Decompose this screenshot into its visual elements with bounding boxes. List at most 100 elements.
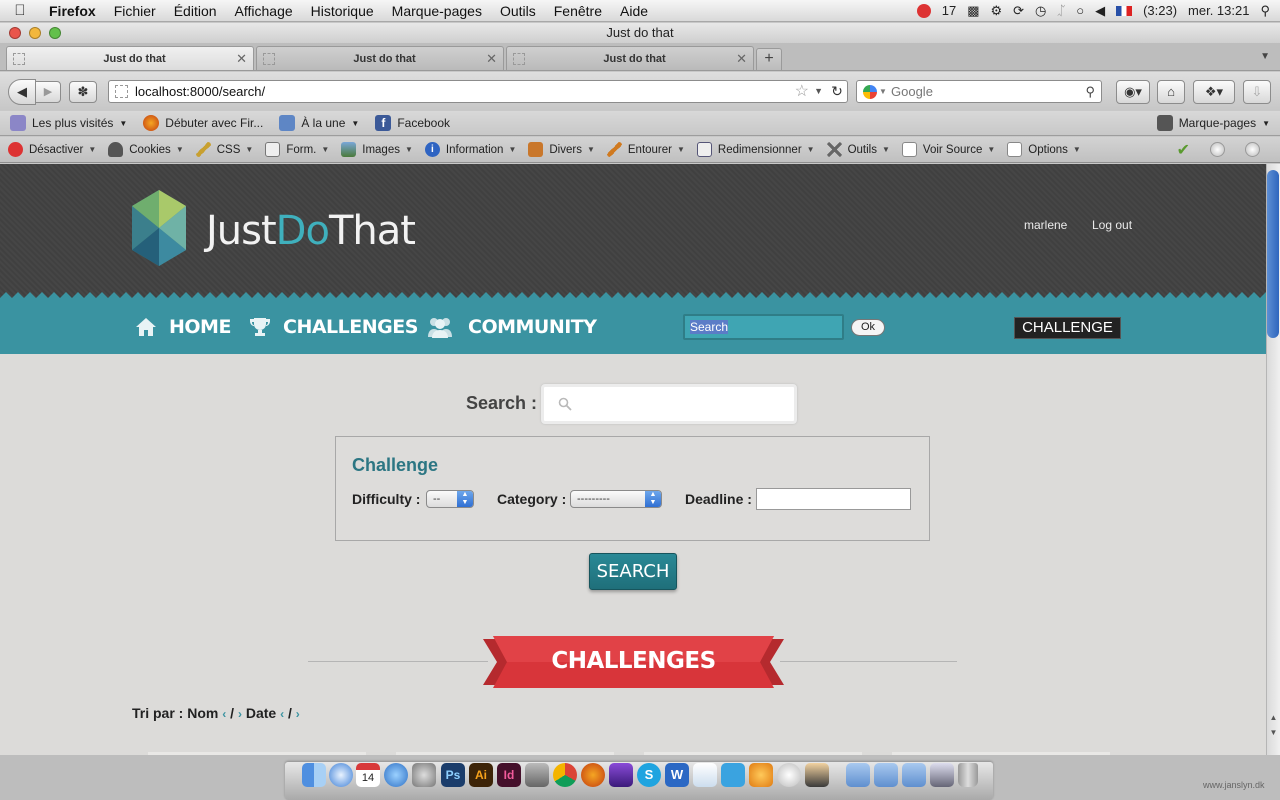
- menu-affichage[interactable]: Affichage: [226, 3, 302, 19]
- menu-marque-pages[interactable]: Marque-pages: [383, 3, 491, 19]
- menu-historique[interactable]: Historique: [302, 3, 383, 19]
- clock-app-icon[interactable]: [777, 763, 801, 787]
- gear-icon[interactable]: ⚙: [990, 3, 1002, 19]
- scroll-up-arrow-icon[interactable]: ▲: [1268, 713, 1279, 722]
- window-icon[interactable]: ▩: [967, 3, 979, 19]
- chrome-icon[interactable]: [553, 763, 577, 787]
- category-select[interactable]: --------- ▲ ▼: [570, 490, 662, 508]
- logout-link[interactable]: Log out: [1092, 218, 1132, 232]
- system-preferences-icon[interactable]: [412, 763, 436, 787]
- scrollbar-thumb[interactable]: [1267, 170, 1279, 338]
- sync-button[interactable]: ✽: [69, 81, 97, 103]
- difficulty-select[interactable]: -- ▲ ▼: [426, 490, 474, 508]
- status-count[interactable]: 17: [942, 3, 956, 18]
- dev-options[interactable]: Options ▼: [1007, 142, 1081, 157]
- logo-crystal-icon[interactable]: [132, 190, 186, 266]
- bookmark-debuter[interactable]: Débuter avec Fir...: [143, 115, 263, 131]
- menu-fenetre[interactable]: Fenêtre: [545, 3, 611, 19]
- bookmark-a-la-une[interactable]: À la une ▼: [279, 115, 359, 131]
- tab-2[interactable]: Just do that ✕: [256, 46, 504, 70]
- sort-name-desc-icon[interactable]: ›: [238, 707, 242, 721]
- flag-icon[interactable]: [1116, 5, 1133, 16]
- home-button[interactable]: ⌂: [1157, 80, 1185, 104]
- url-bar[interactable]: localhost:8000/search/ ☆ ▼: [108, 80, 848, 103]
- logo-wordmark[interactable]: JustDoThat: [206, 208, 416, 254]
- menu-fichier[interactable]: Fichier: [105, 3, 165, 19]
- extension-button[interactable]: ❖▾: [1193, 80, 1235, 104]
- bookmark-star-icon[interactable]: ☆: [795, 81, 809, 102]
- create-challenge-button[interactable]: CHALLENGE: [1014, 317, 1121, 339]
- menu-outils[interactable]: Outils: [491, 3, 545, 19]
- bluetooth-icon[interactable]: ᛢ: [1057, 3, 1065, 18]
- character-app-icon[interactable]: [805, 763, 829, 787]
- reload-button[interactable]: ↻: [826, 81, 848, 102]
- close-tab-icon[interactable]: ✕: [236, 51, 247, 67]
- web-search-input[interactable]: ▼ Google ⚲: [856, 80, 1102, 103]
- minimize-window-icon[interactable]: [29, 27, 41, 39]
- header-search-ok-button[interactable]: Ok: [851, 319, 885, 336]
- menu-edition[interactable]: Édition: [165, 3, 226, 19]
- dev-cookies[interactable]: Cookies ▼: [108, 142, 184, 157]
- dev-outils[interactable]: Outils ▼: [826, 142, 890, 157]
- nav-home[interactable]: HOME: [135, 316, 231, 338]
- preview-icon[interactable]: [693, 763, 717, 787]
- status-circle-icon[interactable]: [1210, 142, 1225, 157]
- magnifier-icon[interactable]: ⚲: [1085, 81, 1095, 102]
- wizard-app-icon[interactable]: [609, 763, 633, 787]
- spotlight-icon[interactable]: ⚲: [1260, 3, 1270, 19]
- trash-icon[interactable]: [958, 763, 978, 787]
- search-input[interactable]: [541, 384, 797, 424]
- tab-3[interactable]: Just do that ✕: [506, 46, 754, 70]
- dev-images[interactable]: Images ▼: [341, 142, 413, 157]
- downloads-folder-icon[interactable]: [902, 763, 926, 787]
- utility-app-icon[interactable]: [525, 763, 549, 787]
- applications-folder-icon[interactable]: [846, 763, 870, 787]
- url-history-dropdown-icon[interactable]: ▼: [814, 81, 823, 102]
- skype-icon[interactable]: S: [637, 763, 661, 787]
- volume-icon[interactable]: ◀: [1095, 3, 1105, 19]
- dev-form[interactable]: Form. ▼: [265, 142, 329, 157]
- battery-status[interactable]: (3:23): [1143, 3, 1177, 18]
- apple-menu-icon[interactable]: : [0, 2, 40, 19]
- bookmarks-menu[interactable]: Marque-pages ▼: [1156, 115, 1270, 131]
- dev-redimensionner[interactable]: Redimensionner ▼: [696, 142, 815, 157]
- new-tab-button[interactable]: +: [756, 48, 782, 70]
- site-identity-icon[interactable]: [115, 85, 128, 98]
- close-tab-icon[interactable]: ✕: [736, 51, 747, 67]
- screen-capture-button[interactable]: ◉▾: [1116, 80, 1150, 104]
- close-window-icon[interactable]: [9, 27, 21, 39]
- twitter-icon[interactable]: [721, 763, 745, 787]
- downloads-button[interactable]: ⇩: [1243, 80, 1271, 104]
- zoom-window-icon[interactable]: [49, 27, 61, 39]
- validation-check-icon[interactable]: ✔: [1177, 140, 1190, 160]
- dev-css[interactable]: CSS ▼: [195, 142, 253, 157]
- google-engine-icon[interactable]: [863, 85, 877, 99]
- dev-entourer[interactable]: Entourer ▼: [606, 142, 685, 157]
- indesign-icon[interactable]: Id: [497, 763, 521, 787]
- dev-voir-source[interactable]: Voir Source ▼: [901, 142, 995, 157]
- screenshot-stack-icon[interactable]: [930, 763, 954, 787]
- sort-name-asc-icon[interactable]: ‹: [222, 707, 226, 721]
- itunes-icon[interactable]: [384, 763, 408, 787]
- menu-aide[interactable]: Aide: [611, 3, 657, 19]
- bookmark-facebook[interactable]: f Facebook: [375, 115, 450, 131]
- list-tabs-icon[interactable]: ▼: [1260, 51, 1270, 62]
- dev-divers[interactable]: Divers ▼: [528, 142, 595, 157]
- dev-desactiver[interactable]: Désactiver ▼: [8, 142, 96, 157]
- clock[interactable]: mer. 13:21: [1188, 3, 1249, 18]
- status-red-icon[interactable]: [916, 3, 931, 18]
- illustrator-icon[interactable]: Ai: [469, 763, 493, 787]
- tab-1[interactable]: Just do that ✕: [6, 46, 254, 70]
- header-search-input[interactable]: Search: [683, 314, 844, 340]
- time-machine-icon[interactable]: ◷: [1035, 3, 1046, 19]
- nav-community[interactable]: COMMUNITY: [424, 316, 597, 338]
- search-submit-button[interactable]: SEARCH: [589, 553, 677, 590]
- bookmark-les-plus-visites[interactable]: Les plus visités ▼: [10, 115, 127, 131]
- sort-date-asc-icon[interactable]: ‹: [280, 707, 284, 721]
- dev-information[interactable]: i Information ▼: [424, 142, 516, 157]
- sort-date-desc-icon[interactable]: ›: [296, 707, 300, 721]
- word-icon[interactable]: W: [665, 763, 689, 787]
- username-link[interactable]: marlene: [1024, 218, 1067, 232]
- nav-challenges[interactable]: CHALLENGES: [249, 316, 418, 338]
- forward-button[interactable]: ▶: [35, 81, 61, 103]
